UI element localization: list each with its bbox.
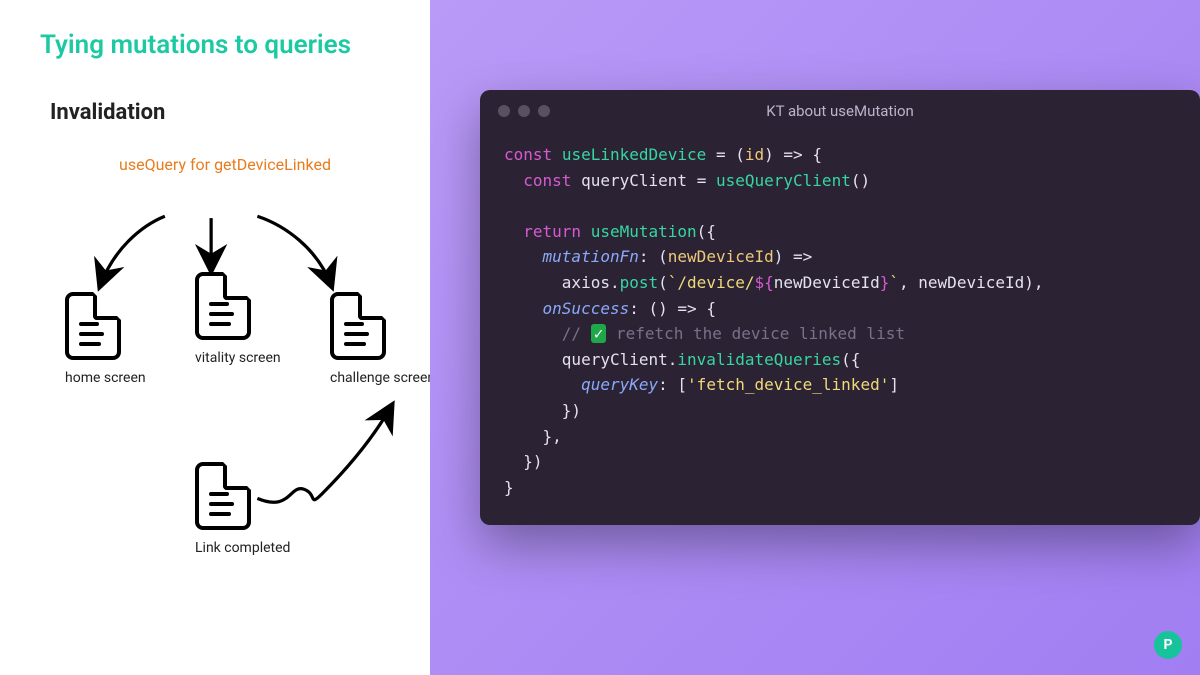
node-label: vitality screen [195,350,281,366]
right-panel: KT about useMutation const useLinkedDevi… [430,0,1200,675]
document-icon [65,292,121,360]
code-window: KT about useMutation const useLinkedDevi… [480,90,1200,525]
slide: Tying mutations to queries Invalidation … [0,0,1200,675]
diagram: home screen vitality screen challenge sc… [40,182,410,602]
slide-subtitle: Invalidation [50,100,410,125]
document-icon [330,292,386,360]
param-newdeviceid: newDeviceId [668,247,774,266]
code-block: const useLinkedDevice = (id) => { const … [480,132,1200,500]
brand-letter: P [1163,637,1172,653]
tmpl-start: ${ [754,273,773,292]
kw-const: const [504,145,552,164]
window-titlebar: KT about useMutation [480,90,1200,132]
tmpl-end: } [880,273,890,292]
str-querykey: 'fetch_device_linked' [687,375,889,394]
slide-title: Tying mutations to queries [40,30,410,60]
fn-usemutation: useMutation [591,222,697,241]
obj-qc: queryClient [562,350,668,369]
node-label: home screen [65,370,146,386]
node-vitality: vitality screen [195,272,281,366]
str-url: `/device/ [668,273,755,292]
fn-uqc: useQueryClient [716,171,851,190]
comment-text: refetch the device linked list [606,324,905,343]
node-label: Link completed [195,540,290,556]
check-icon: ✓ [591,324,607,343]
window-title: KT about useMutation [480,102,1200,120]
str-url-end: ` [889,273,899,292]
document-icon [195,462,251,530]
arg-newdeviceid: newDeviceId [918,273,1024,292]
fn-name: useLinkedDevice [562,145,707,164]
left-panel: Tying mutations to queries Invalidation … [0,0,430,675]
node-challenge: challenge screen [330,292,435,386]
document-icon [195,272,251,340]
kw-const: const [523,171,571,190]
brand-badge-icon: P [1154,631,1182,659]
kw-return: return [523,222,581,241]
fn-post: post [620,273,659,292]
fn-invalidate: invalidateQueries [677,350,841,369]
node-label: challenge screen [330,370,435,386]
obj-axios: axios [562,273,610,292]
node-home: home screen [65,292,146,386]
var-qc: queryClient [581,171,687,190]
tmpl-var: newDeviceId [774,273,880,292]
prop-querykey: queryKey [581,375,658,394]
prop-onsuccess: onSuccess [543,299,630,318]
query-label: useQuery for getDeviceLinked [40,155,410,174]
prop-mutationfn: mutationFn [543,247,639,266]
param-id: id [745,145,764,164]
node-link-completed: Link completed [195,462,290,556]
